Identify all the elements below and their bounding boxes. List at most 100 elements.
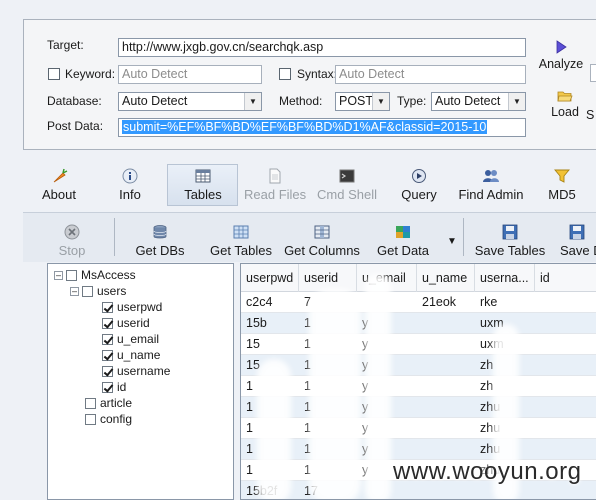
stop-label: Stop — [58, 243, 86, 258]
tab-tables-label: Tables — [184, 187, 222, 202]
column-header[interactable]: userid — [299, 264, 357, 292]
load-button[interactable]: Load — [550, 89, 580, 119]
tree-column-item[interactable]: id — [102, 379, 126, 395]
tree-column-label: u_name — [117, 348, 161, 362]
get-dbs-button[interactable]: Get DBs — [134, 224, 186, 258]
file-icon — [269, 168, 281, 184]
tree-column-item[interactable]: userid — [102, 315, 150, 331]
target-label: Target: — [47, 38, 84, 52]
column-header[interactable]: userpwd — [241, 264, 299, 292]
get-data-dropdown-icon[interactable]: ▼ — [447, 236, 457, 247]
tree-checkbox-checked[interactable] — [102, 365, 113, 377]
postdata-value: submit=%EF%BF%BD%EF%BF%BD%D1%AF&classid=… — [122, 120, 488, 134]
chevron-down-icon[interactable]: ▼ — [244, 93, 261, 110]
column-header[interactable]: id — [535, 264, 596, 292]
save-data-button[interactable]: Save D — [560, 224, 596, 258]
tree-checkbox-checked[interactable] — [102, 301, 113, 313]
tab-query-label: Query — [401, 187, 437, 202]
keyword-checkbox[interactable] — [48, 68, 60, 80]
schema-tree[interactable]: – MsAccess – users userpwd userid u_emai… — [47, 263, 234, 500]
query-icon — [412, 169, 426, 183]
method-label: Method: — [279, 94, 323, 108]
tab-read-files[interactable]: Read Files — [244, 168, 306, 202]
table-row[interactable]: 151yzh — [241, 355, 596, 376]
tab-tables[interactable]: Tables — [180, 168, 226, 202]
table-cell — [417, 355, 475, 375]
tab-info-label: Info — [119, 187, 141, 202]
table-row[interactable]: 151yuxm — [241, 334, 596, 355]
tree-checkbox-checked[interactable] — [102, 317, 113, 329]
table-row[interactable]: 11yzhu — [241, 439, 596, 460]
table-row[interactable]: c2c4 7 21eok rke — [241, 292, 596, 313]
save-config-button[interactable]: S — [586, 108, 594, 122]
target-input[interactable]: http://www.jxgb.gov.cn/searchqk.asp — [118, 38, 526, 57]
table-cell — [535, 376, 596, 396]
load-label: Load — [551, 105, 579, 119]
column-header[interactable]: userna... — [475, 264, 535, 292]
table-row[interactable]: 11yzh — [241, 376, 596, 397]
table-row[interactable]: 15b1yuxm — [241, 313, 596, 334]
table-cell — [535, 313, 596, 333]
tab-cmd-shell[interactable]: Cmd Shell — [316, 168, 378, 202]
chevron-down-icon[interactable]: ▼ — [508, 93, 525, 110]
table-row[interactable]: 11yzhu — [241, 397, 596, 418]
tree-node-root[interactable]: – MsAccess — [54, 267, 136, 283]
tab-md5-label: MD5 — [548, 187, 576, 202]
postdata-label: Post Data: — [47, 119, 104, 133]
tree-checkbox-checked[interactable] — [102, 381, 113, 393]
collapse-icon[interactable]: – — [70, 286, 79, 296]
method-select[interactable]: POST ▼ — [335, 92, 390, 111]
analyze-button[interactable]: Analyze — [538, 40, 584, 71]
tree-node-users[interactable]: – users — [70, 283, 126, 299]
columns-icon — [314, 225, 330, 239]
tab-cmd-shell-label: Cmd Shell — [317, 187, 377, 202]
get-tables-button[interactable]: Get Tables — [207, 224, 275, 258]
tree-node-config[interactable]: config — [85, 411, 132, 427]
tree-checkbox[interactable] — [85, 397, 96, 409]
floppy-disk-icon — [502, 224, 518, 240]
tab-find-admin-label: Find Admin — [458, 187, 524, 202]
tab-query[interactable]: Query — [398, 168, 440, 202]
tree-checkbox[interactable] — [82, 285, 93, 297]
tab-read-files-label: Read Files — [244, 187, 307, 202]
type-select[interactable]: Auto Detect ▼ — [431, 92, 526, 111]
tree-checkbox[interactable] — [66, 269, 77, 281]
grid-table-icon — [233, 225, 249, 239]
chevron-down-icon[interactable]: ▼ — [372, 93, 389, 110]
column-header[interactable]: u_name — [417, 264, 475, 292]
stop-button[interactable]: Stop — [52, 224, 92, 258]
tree-checkbox-checked[interactable] — [102, 349, 113, 361]
save-tables-label: Save Tables — [474, 243, 546, 258]
postdata-input[interactable]: submit=%EF%BF%BD%EF%BF%BD%D1%AF&classid=… — [118, 118, 526, 137]
syntax-input[interactable]: Auto Detect — [335, 65, 526, 84]
save-config-label: S — [586, 108, 595, 122]
tree-column-label: userid — [117, 316, 150, 330]
floppy-disk-icon — [569, 224, 585, 240]
tree-node-article[interactable]: article — [85, 395, 132, 411]
tree-column-item[interactable]: username — [102, 363, 170, 379]
tree-column-label: id — [117, 380, 127, 394]
tab-about-label: About — [42, 187, 76, 202]
collapse-icon[interactable]: – — [54, 270, 63, 280]
table-cell — [535, 355, 596, 375]
panel-edge — [590, 64, 596, 82]
tab-info[interactable]: Info — [114, 168, 146, 202]
table-cell — [535, 418, 596, 438]
tree-column-item[interactable]: u_name — [102, 347, 160, 363]
database-select[interactable]: Auto Detect ▼ — [118, 92, 262, 111]
analyze-label: Analyze — [538, 57, 584, 71]
save-tables-button[interactable]: Save Tables — [472, 224, 548, 258]
get-data-button[interactable]: Get Data — [375, 224, 431, 258]
tab-find-admin[interactable]: Find Admin — [456, 168, 526, 202]
tree-checkbox-checked[interactable] — [102, 333, 113, 345]
table-row[interactable]: 11yzhu — [241, 418, 596, 439]
tree-column-item[interactable]: u_email — [102, 331, 159, 347]
tree-column-item[interactable]: userpwd — [102, 299, 162, 315]
tab-md5[interactable]: MD5 — [546, 168, 578, 202]
syntax-checkbox[interactable] — [279, 68, 291, 80]
get-columns-button[interactable]: Get Columns — [283, 224, 361, 258]
tree-column-label: userpwd — [117, 300, 163, 314]
keyword-input[interactable]: Auto Detect — [118, 65, 262, 84]
tree-checkbox[interactable] — [85, 413, 96, 425]
tab-about[interactable]: About — [38, 168, 80, 202]
